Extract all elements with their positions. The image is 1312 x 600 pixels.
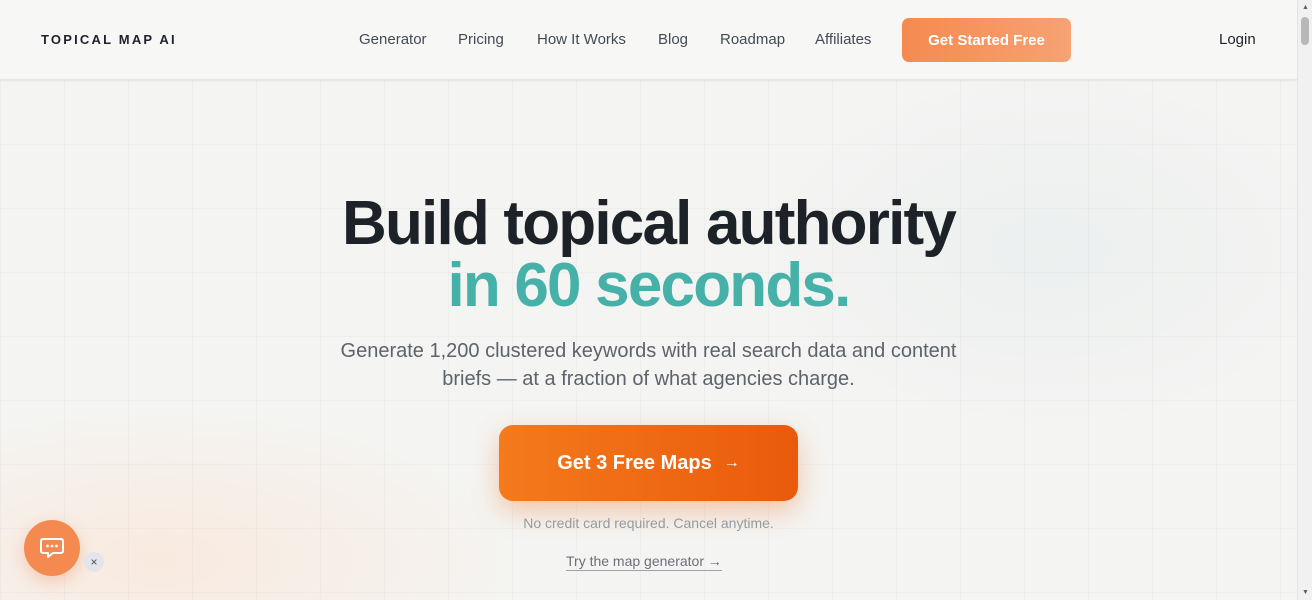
hero-headline-line1: Build topical authority [341, 189, 957, 258]
scroll-up-arrow-icon[interactable]: ▲ [1298, 0, 1312, 15]
get-started-free-button[interactable]: Get Started Free [902, 18, 1071, 62]
nav-link-generator[interactable]: Generator [359, 31, 427, 48]
chat-close-icon[interactable]: × [84, 552, 104, 572]
get-free-maps-label: Get 3 Free Maps [557, 451, 712, 474]
nav-link-blog[interactable]: Blog [658, 31, 688, 48]
page: TOPICAL MAP AI Generator Pricing How It … [0, 0, 1297, 600]
scroll-down-arrow-icon[interactable]: ▼ [1298, 585, 1312, 600]
nav-link-pricing[interactable]: Pricing [458, 31, 504, 48]
chat-widget-button[interactable] [24, 520, 80, 576]
nav-link-how-it-works[interactable]: How It Works [537, 31, 626, 48]
nav-link-roadmap[interactable]: Roadmap [720, 31, 785, 48]
scrollbar-thumb[interactable] [1301, 17, 1309, 45]
arrow-right-icon: → [723, 454, 740, 471]
login-link[interactable]: Login [1219, 31, 1256, 48]
top-header: TOPICAL MAP AI Generator Pricing How It … [0, 0, 1297, 80]
get-free-maps-button[interactable]: Get 3 Free Maps → [499, 425, 798, 501]
vertical-scrollbar[interactable]: ▲ ▼ [1297, 0, 1312, 600]
try-map-generator-link[interactable]: Try the map generator → [566, 553, 722, 571]
hero-subtitle-line2: briefs — at a fraction of what agencies … [442, 368, 855, 390]
chat-bubble-icon [40, 538, 64, 558]
hero-subtitle-line1: Generate 1,200 clustered keywords with r… [340, 340, 957, 362]
brand-logo[interactable]: TOPICAL MAP AI [41, 32, 177, 47]
nav-link-affiliates[interactable]: Affiliates [815, 31, 871, 48]
hero-headline-line2: in 60 seconds. [447, 251, 851, 320]
no-credit-card-note: No credit card required. Cancel anytime. [523, 515, 774, 531]
